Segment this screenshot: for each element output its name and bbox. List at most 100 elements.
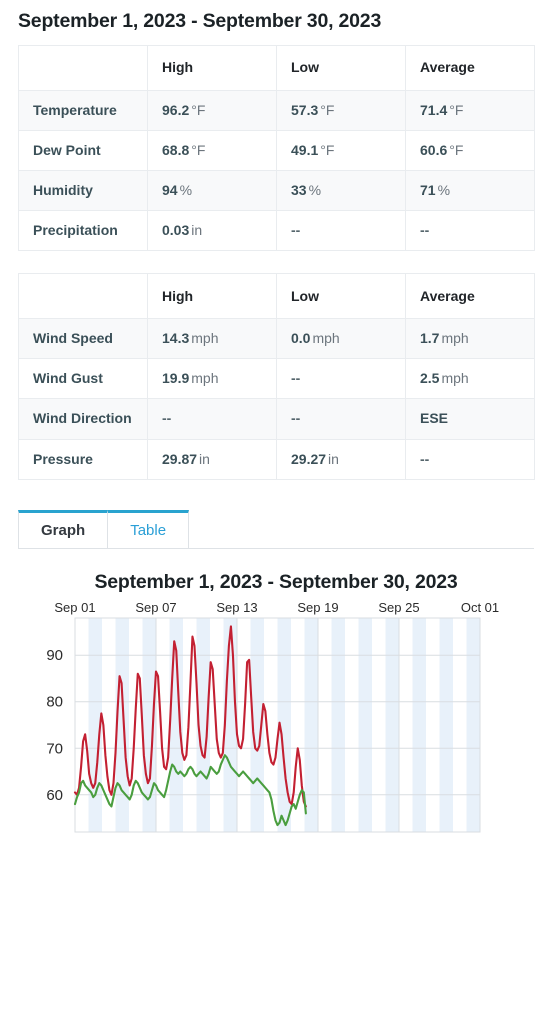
cell-unit: % [308, 182, 322, 199]
cell-unit: °F [320, 102, 335, 118]
cell-value: 29.87 [162, 450, 198, 467]
cell-unit: °F [320, 142, 335, 159]
weather-summary-page: September 1, 2023 - September 30, 2023 H… [0, 10, 552, 840]
cell-value: 71.4 [420, 102, 448, 118]
tab-filler [188, 510, 534, 548]
cell-value: 33 [291, 182, 307, 199]
cell-unit: °F [449, 102, 464, 118]
cell-value: -- [291, 370, 301, 387]
cell-value: -- [291, 410, 301, 427]
x-tick-label: Sep 01 [54, 600, 95, 615]
tab-graph[interactable]: Graph [18, 509, 109, 548]
cell-pressure-low: 29.27 in [276, 438, 406, 480]
day-band [385, 617, 399, 832]
cell-wind-direction-high: -- [147, 398, 277, 440]
x-tick-label: Sep 07 [135, 600, 176, 615]
cell-value: 0.03 [162, 222, 190, 239]
cell-unit: % [179, 182, 193, 199]
row-label-dew-point: Dew Point [18, 130, 148, 172]
row-label-humidity: Humidity [18, 170, 148, 212]
cell-value: -- [420, 222, 430, 239]
cell-pressure-high: 29.87 in [147, 438, 277, 480]
day-band [412, 617, 426, 832]
cell-unit: mph [191, 370, 219, 387]
table-row: Dew Point 68.8 °F 49.1 °F 60.6 °F [18, 130, 535, 172]
chart-title: September 1, 2023 - September 30, 2023 [94, 570, 458, 593]
cell-unit: °F [191, 102, 206, 118]
table-row: Temperature 96.2 °F 57.3 °F 71.4 °F [18, 89, 535, 132]
cell-temperature-low: 57.3 °F [276, 89, 406, 132]
atmosphere-summary-body: Temperature 96.2 °F 57.3 °F 71.4 °F Dew Poi… [18, 89, 535, 252]
cell-dew-point-high: 68.8 °F [147, 130, 277, 172]
column-header-average: Average [405, 273, 535, 320]
cell-temperature-average: 71.4 °F [405, 89, 535, 132]
cell-unit: in [328, 450, 339, 467]
cell-value: 96.2 [162, 102, 190, 118]
table-header-row: High Low Average [18, 273, 535, 320]
wind-pressure-summary-body: Wind Speed 14.3 mph 0.0 mph 1.7 mph Wind Gu… [18, 318, 535, 480]
cell-unit: °F [191, 142, 206, 159]
table-row: Wind Direction -- -- ESE [18, 398, 535, 440]
cell-wind-direction-low: -- [276, 398, 406, 440]
y-tick-label: 60 [46, 786, 63, 803]
table-row: Pressure 29.87 in 29.27 in -- [18, 438, 535, 480]
x-tick-label: Sep 19 [297, 600, 338, 615]
table-header-row: High Low Average [18, 45, 535, 91]
cell-wind-speed-average: 1.7 mph [405, 318, 535, 360]
cell-unit: % [437, 182, 451, 199]
cell-wind-gust-high: 19.9 mph [147, 358, 277, 400]
row-label-wind-gust: Wind Gust [18, 358, 148, 400]
cell-unit: in [191, 222, 203, 239]
row-label-wind-speed: Wind Speed [18, 318, 148, 360]
x-tick-label: Sep 13 [216, 600, 257, 615]
cell-value: -- [162, 410, 172, 427]
y-tick-label: 90 [46, 647, 63, 664]
cell-temperature-high: 96.2 °F [147, 89, 277, 132]
chart-plot-area[interactable]: 60 70 80 90 Sep 01 Sep 07 Sep 13 Sep 19 Sep 25 Oc… [0, 600, 552, 840]
cell-wind-gust-low: -- [276, 358, 406, 400]
cell-dew-point-low: 49.1 °F [276, 130, 406, 172]
chart-svg[interactable]: 60 70 80 90 Sep 01 Sep 07 Sep 13 Sep 19 Sep 25 Oc… [0, 600, 552, 840]
table-row: Wind Gust 19.9 mph -- 2.5 mph [18, 358, 535, 400]
cell-value: 1.7 [420, 330, 440, 347]
cell-unit: mph [441, 370, 469, 387]
day-band [304, 617, 318, 832]
cell-pressure-average: -- [405, 438, 535, 480]
cell-unit: °F [449, 142, 464, 159]
cell-value: -- [291, 222, 301, 239]
y-tick-label: 80 [46, 693, 63, 710]
x-tick-label: Oct 01 [461, 600, 499, 615]
column-header-high: High [147, 45, 277, 91]
atmosphere-summary-table: High Low Average Temperature 96.2 °F 57.3… [18, 45, 535, 252]
row-label-pressure: Pressure [18, 438, 148, 480]
cell-precipitation-average: -- [405, 210, 535, 252]
day-band [358, 617, 372, 832]
cell-value: 49.1 [291, 142, 319, 159]
column-header-low: Low [276, 273, 406, 320]
row-label-temperature: Temperature [18, 89, 148, 132]
cell-unit: mph [441, 330, 469, 347]
cell-value: 14.3 [162, 330, 190, 347]
cell-value: 60.6 [420, 142, 448, 159]
cell-value: 94 [162, 182, 178, 199]
column-header-high: High [147, 273, 277, 320]
cell-humidity-high: 94% [147, 170, 277, 212]
cell-unit: mph [191, 330, 219, 347]
cell-precipitation-low: -- [276, 210, 406, 252]
cell-wind-speed-low: 0.0 mph [276, 318, 406, 360]
table-row: Humidity 94% 33% 71% [18, 170, 535, 212]
column-header-blank [18, 273, 148, 320]
x-tick-label: Sep 25 [378, 600, 419, 615]
cell-dew-point-average: 60.6 °F [405, 130, 535, 172]
page-title: September 1, 2023 - September 30, 2023 [18, 10, 382, 32]
day-band [439, 617, 453, 832]
cell-value: 68.8 [162, 142, 190, 159]
day-band [331, 617, 345, 832]
column-header-low: Low [276, 45, 406, 91]
tab-table[interactable]: Table [107, 509, 190, 548]
cell-wind-direction-average: ESE [405, 398, 535, 440]
cell-value: 71 [420, 182, 436, 199]
cell-value: -- [420, 450, 430, 467]
table-row: Wind Speed 14.3 mph 0.0 mph 1.7 mph [18, 318, 535, 360]
row-label-wind-direction: Wind Direction [18, 398, 148, 440]
